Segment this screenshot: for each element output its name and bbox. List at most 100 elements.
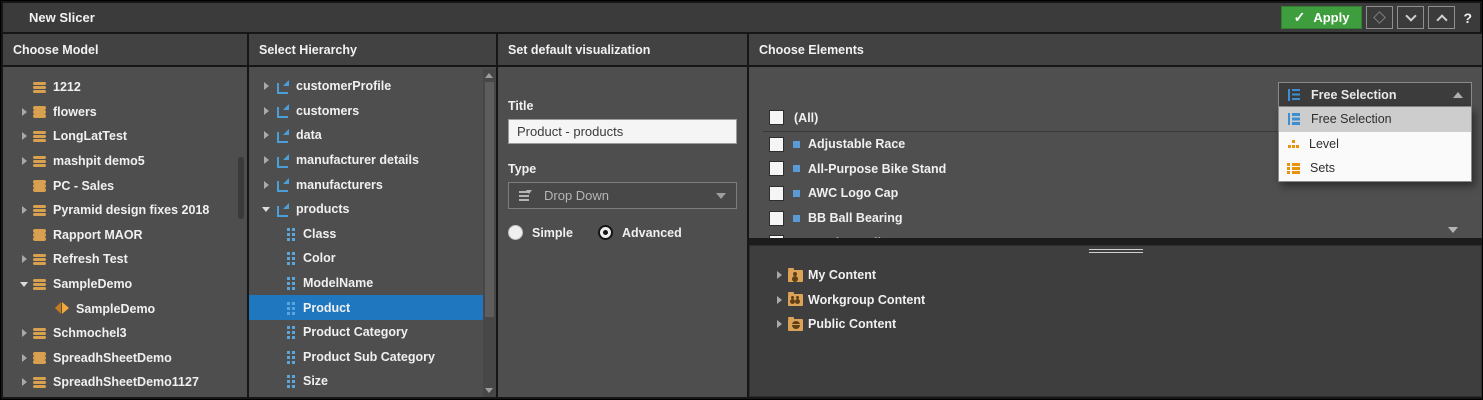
hierarchy-tree-item[interactable]: customers: [249, 99, 496, 124]
hierarchy-item-icon: [275, 203, 289, 216]
model-scrollbar-thumb[interactable]: [238, 157, 244, 219]
element-label: BB Ball Bearing: [808, 211, 902, 225]
help-button[interactable]: ?: [1463, 10, 1472, 26]
caret-icon[interactable]: [17, 277, 33, 291]
scroll-more-icon[interactable]: [1448, 227, 1458, 233]
select-all-label: (All): [794, 111, 818, 125]
caret-icon[interactable]: [259, 202, 275, 216]
caret-icon[interactable]: [17, 179, 33, 193]
model-tree-item[interactable]: SpreadhSheetDemo1127: [3, 370, 247, 395]
hierarchy-item-label: customers: [296, 104, 359, 118]
hierarchy-item-label: ModelName: [303, 276, 373, 290]
caret-icon[interactable]: [17, 203, 33, 217]
element-row[interactable]: Bearing Ball: [749, 230, 1482, 238]
element-checkbox[interactable]: [769, 161, 784, 176]
caret-icon[interactable]: [269, 350, 285, 364]
hierarchy-tree-item[interactable]: customerProfile: [249, 74, 496, 99]
hierarchy-scrollbar-thumb[interactable]: [485, 82, 494, 317]
caret-icon[interactable]: [772, 268, 788, 282]
element-checkbox[interactable]: [769, 186, 784, 201]
scroll-down-icon[interactable]: [485, 388, 493, 393]
title-input[interactable]: [508, 119, 737, 144]
menu-option[interactable]: Sets: [1279, 156, 1471, 181]
caret-icon[interactable]: [17, 228, 33, 242]
model-tree-item[interactable]: SampleDemo: [3, 296, 247, 321]
menu-option[interactable]: Free Selection: [1279, 107, 1471, 132]
caret-icon[interactable]: [259, 178, 275, 192]
caret-icon[interactable]: [17, 154, 33, 168]
hierarchy-tree-item[interactable]: Size: [249, 369, 496, 394]
content-tree-item[interactable]: Public Content: [750, 312, 1481, 337]
model-tree-item[interactable]: Refresh Test: [3, 247, 247, 272]
caret-icon[interactable]: [17, 252, 33, 266]
caret-icon[interactable]: [17, 375, 33, 389]
hierarchy-tree-item[interactable]: data: [249, 123, 496, 148]
model-tree-item[interactable]: PC - Sales: [3, 173, 247, 198]
caret-icon[interactable]: [17, 105, 33, 119]
simple-radio[interactable]: [508, 225, 523, 240]
select-all-checkbox[interactable]: [769, 110, 784, 125]
hierarchy-tree-item[interactable]: Color: [249, 246, 496, 271]
collapse-button[interactable]: [1397, 6, 1424, 29]
caret-icon[interactable]: [17, 80, 33, 94]
scroll-up-icon[interactable]: [485, 73, 493, 78]
diamond-button[interactable]: [1366, 6, 1393, 29]
caret-icon[interactable]: [17, 351, 33, 365]
model-tree-item[interactable]: mashpit demo5: [3, 149, 247, 174]
caret-icon[interactable]: [39, 302, 55, 316]
model-tree-item[interactable]: SpreadhSheetDemo: [3, 346, 247, 371]
model-tree-item[interactable]: SampleDemo: [3, 272, 247, 297]
content-tree-item[interactable]: My Content: [750, 263, 1481, 288]
hierarchy-tree-item[interactable]: ModelName: [249, 271, 496, 296]
model-tree-item[interactable]: flowers: [3, 100, 247, 125]
model-tree-item[interactable]: Pyramid design fixes 2018: [3, 198, 247, 223]
model-item-label: Refresh Test: [53, 252, 128, 266]
expand-button[interactable]: [1428, 6, 1455, 29]
menu-option[interactable]: Level: [1279, 132, 1471, 157]
advanced-radio[interactable]: [598, 225, 613, 240]
element-row[interactable]: BB Ball Bearing: [749, 206, 1482, 231]
hierarchy-item-icon: [287, 251, 296, 265]
hierarchy-scrollbar[interactable]: [483, 69, 496, 397]
caret-icon[interactable]: [17, 129, 33, 143]
caret-icon[interactable]: [269, 325, 285, 339]
element-checkbox[interactable]: [769, 137, 784, 152]
element-checkbox[interactable]: [769, 211, 784, 226]
caret-icon[interactable]: [269, 276, 285, 290]
model-tree-item[interactable]: SpreadhSheetDemo1211: [3, 395, 247, 397]
caret-icon[interactable]: [269, 374, 285, 388]
model-tree-item[interactable]: LongLatTest: [3, 124, 247, 149]
model-tree-item[interactable]: Rapport MAOR: [3, 223, 247, 248]
type-dropdown[interactable]: Drop Down: [508, 182, 737, 209]
caret-icon[interactable]: [259, 128, 275, 142]
hierarchy-tree-item[interactable]: Class: [249, 222, 496, 247]
caret-icon[interactable]: [259, 153, 275, 167]
hierarchy-tree-item[interactable]: products: [249, 197, 496, 222]
element-row[interactable]: AWC Logo Cap: [749, 181, 1482, 206]
hierarchy-tree-item[interactable]: manufacturer details: [249, 148, 496, 173]
caret-icon[interactable]: [269, 227, 285, 241]
element-label: AWC Logo Cap: [808, 186, 898, 200]
dialog-title: New Slicer: [29, 10, 95, 25]
model-tree-item[interactable]: Schmochel3: [3, 321, 247, 346]
content-tree-item[interactable]: Workgroup Content: [750, 288, 1481, 313]
caret-icon[interactable]: [259, 104, 275, 118]
caret-icon[interactable]: [17, 326, 33, 340]
model-tree-item[interactable]: 1212: [3, 75, 247, 100]
hierarchy-tree-item[interactable]: StandardCost: [249, 394, 496, 397]
caret-icon[interactable]: [259, 79, 275, 93]
model-item-label: SampleDemo: [76, 302, 155, 316]
hierarchy-tree-item[interactable]: Product: [249, 295, 496, 320]
caret-icon[interactable]: [772, 317, 788, 331]
hierarchy-tree-item[interactable]: Product Category: [249, 320, 496, 345]
caret-icon[interactable]: [772, 293, 788, 307]
caret-icon[interactable]: [269, 301, 285, 315]
selection-mode-button[interactable]: Free Selection: [1278, 82, 1472, 107]
choose-model-header: Choose Model: [3, 34, 247, 67]
hierarchy-tree-item[interactable]: Product Sub Category: [249, 345, 496, 370]
hierarchy-tree-item[interactable]: manufacturers: [249, 172, 496, 197]
apply-button[interactable]: ✓ Apply: [1281, 6, 1363, 29]
hierarchy-item-label: Product Sub Category: [303, 350, 435, 364]
hierarchy-item-label: data: [296, 128, 322, 142]
caret-icon[interactable]: [269, 251, 285, 265]
